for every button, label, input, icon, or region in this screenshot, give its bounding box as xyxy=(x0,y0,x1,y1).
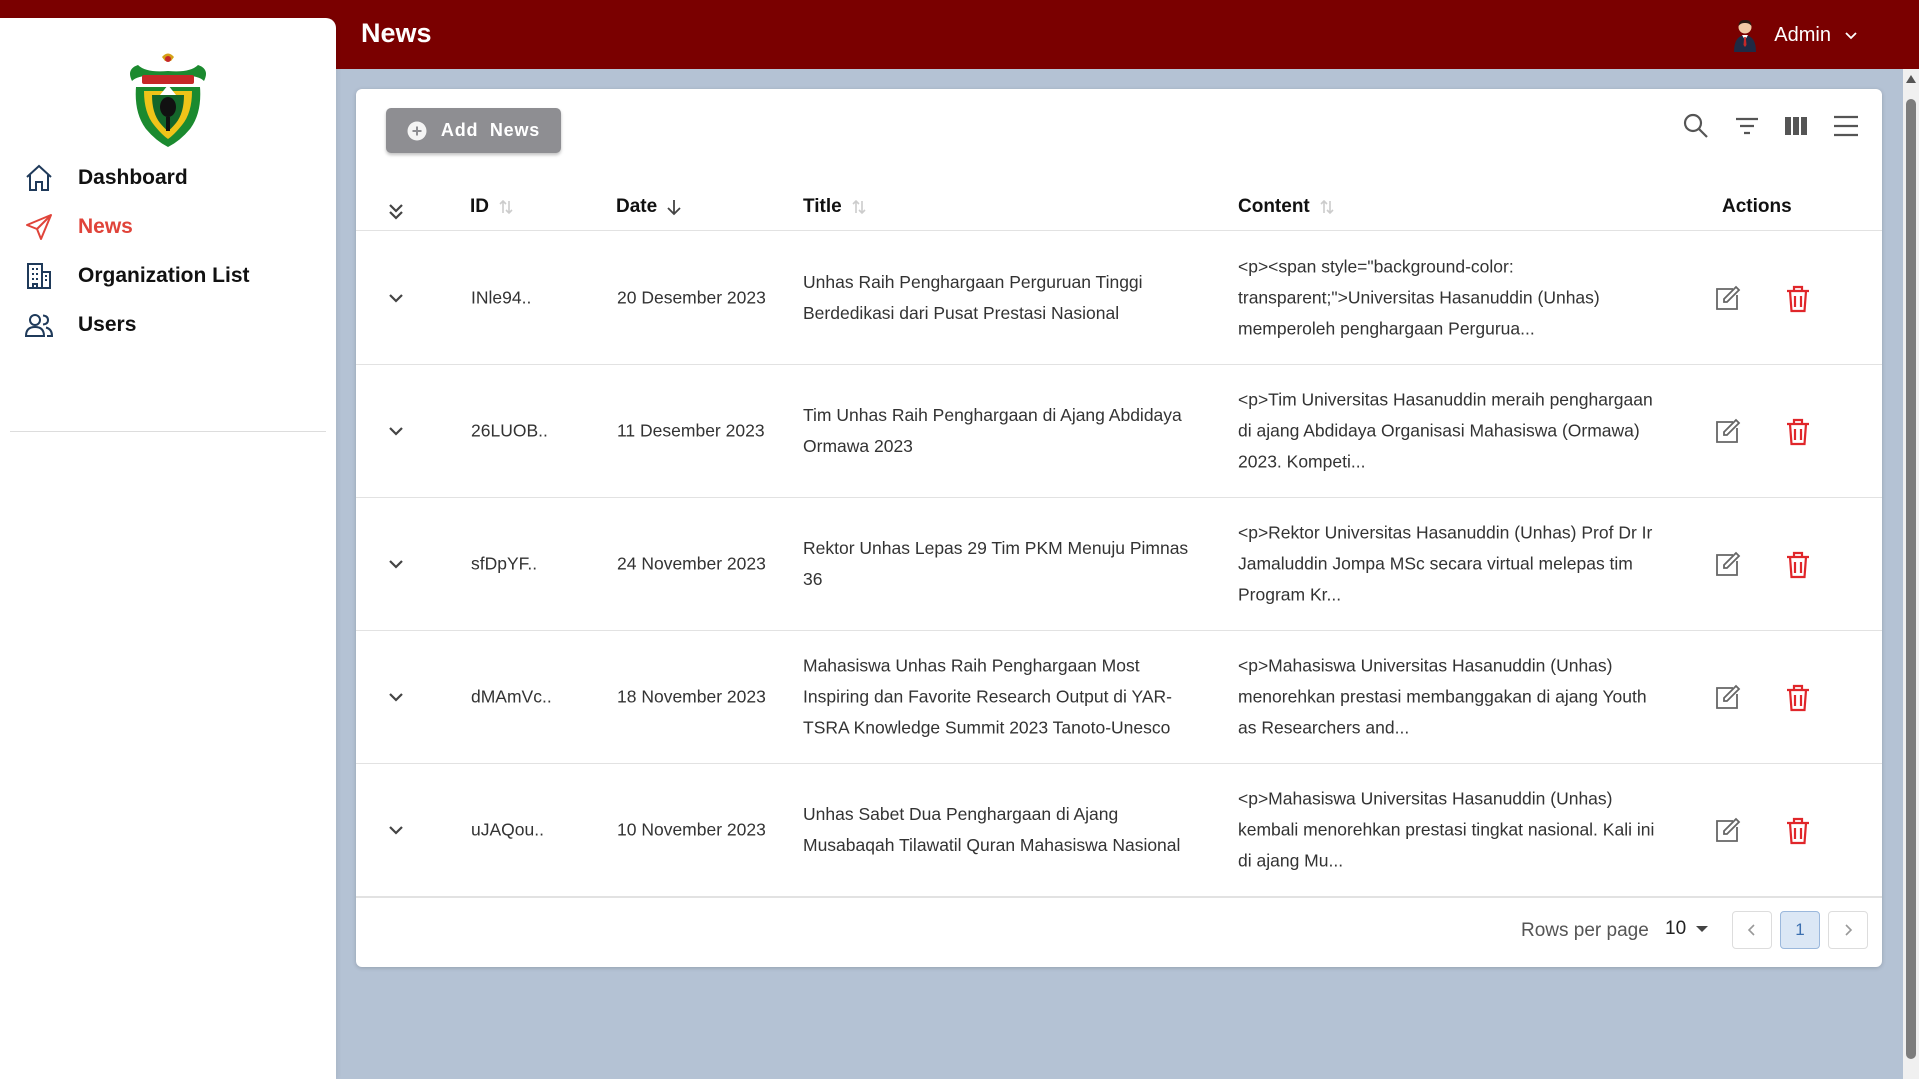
table-row: sfDpYF.. 24 November 2023 Rektor Unhas L… xyxy=(356,498,1882,631)
chevron-down-icon[interactable] xyxy=(385,287,407,309)
edit-icon[interactable] xyxy=(1713,285,1741,313)
cell-id: INle94.. xyxy=(471,287,532,308)
cell-id: dMAmVc.. xyxy=(471,686,552,707)
table-footer-divider xyxy=(356,897,1882,898)
column-header-id[interactable]: ID xyxy=(470,196,515,218)
chevron-down-icon[interactable] xyxy=(385,553,407,575)
avatar-icon xyxy=(1734,19,1757,52)
cell-title: Unhas Raih Penghargaan Perguruan Tinggi … xyxy=(803,272,1143,323)
column-header-title[interactable]: Title xyxy=(803,196,868,218)
chevron-right-icon xyxy=(1845,924,1853,936)
column-header-date[interactable]: Date xyxy=(616,196,683,218)
table-header: ID Date Title Content Actions xyxy=(356,186,1882,231)
cell-title: Mahasiswa Unhas Raih Penghargaan Most In… xyxy=(803,655,1172,738)
rows-per-page-value: 10 xyxy=(1665,918,1687,939)
chevron-down-icon[interactable] xyxy=(385,420,407,442)
cell-id: uJAQou.. xyxy=(471,819,544,840)
chevron-down-icon[interactable] xyxy=(385,819,407,841)
scroll-up-arrow-icon[interactable] xyxy=(1906,75,1916,83)
sidebar-item-organization-list[interactable]: Organization List xyxy=(24,256,250,296)
delete-icon[interactable] xyxy=(1784,816,1812,846)
users-icon xyxy=(24,314,54,337)
send-icon xyxy=(26,214,52,240)
sidebar-item-label: Users xyxy=(78,313,137,336)
cell-id: 26LUOB.. xyxy=(471,420,548,441)
table-row: uJAQou.. 10 November 2023 Unhas Sabet Du… xyxy=(356,764,1882,897)
page-button-1[interactable]: 1 xyxy=(1780,911,1820,949)
filter-icon[interactable] xyxy=(1732,111,1762,141)
chevron-down-icon[interactable] xyxy=(385,686,407,708)
delete-icon[interactable] xyxy=(1784,550,1812,580)
cell-id: sfDpYF.. xyxy=(471,553,538,574)
edit-icon[interactable] xyxy=(1713,418,1741,446)
edit-icon[interactable] xyxy=(1713,817,1741,845)
news-table-card: Add News ID Date Title Content Actions I… xyxy=(356,89,1882,967)
building-icon xyxy=(27,263,51,289)
add-circle-icon xyxy=(407,121,427,140)
sort-icon xyxy=(1320,199,1334,215)
columns-icon[interactable] xyxy=(1781,111,1811,141)
cell-content: <p>Mahasiswa Universitas Hasanuddin (Unh… xyxy=(1238,788,1655,871)
table-row: 26LUOB.. 11 Desember 2023 Tim Unhas Raih… xyxy=(356,365,1882,498)
sidebar-divider xyxy=(10,431,326,432)
caret-down-icon xyxy=(1696,926,1709,932)
sidebar-item-label: Organization List xyxy=(78,264,250,287)
rows-per-page-select[interactable]: 10 xyxy=(1665,918,1709,940)
delete-icon[interactable] xyxy=(1784,284,1812,314)
table-row: INle94.. 20 Desember 2023 Unhas Raih Pen… xyxy=(356,232,1882,365)
sort-icon xyxy=(852,199,866,215)
cell-date: 11 Desember 2023 xyxy=(617,420,765,441)
chevron-left-icon xyxy=(1747,924,1755,936)
cell-date: 24 November 2023 xyxy=(617,553,766,574)
cell-content: <p>Rektor Universitas Hasanuddin (Unhas)… xyxy=(1238,522,1653,605)
cell-date: 10 November 2023 xyxy=(617,819,766,840)
cell-title: Rektor Unhas Lepas 29 Tim PKM Menuju Pim… xyxy=(803,538,1189,589)
edit-icon[interactable] xyxy=(1713,551,1741,579)
cell-title: Unhas Sabet Dua Penghargaan di Ajang Mus… xyxy=(803,804,1181,855)
user-name: Admin xyxy=(1774,23,1831,46)
sort-icon xyxy=(499,199,513,215)
delete-icon[interactable] xyxy=(1784,683,1812,713)
next-page-button[interactable] xyxy=(1828,911,1868,949)
user-menu[interactable]: Admin xyxy=(1730,18,1859,52)
sort-desc-icon xyxy=(667,200,681,216)
sidebar-item-label: News xyxy=(78,215,133,238)
page-title: News xyxy=(361,18,432,48)
sidebar-item-dashboard[interactable]: Dashboard xyxy=(24,158,188,198)
table-row: dMAmVc.. 18 November 2023 Mahasiswa Unha… xyxy=(356,631,1882,764)
university-logo xyxy=(130,53,206,147)
cell-content: <p><span style="background-color: transp… xyxy=(1238,256,1600,339)
cell-content: <p>Tim Universitas Hasanuddin meraih pen… xyxy=(1238,389,1653,472)
cell-content: <p>Mahasiswa Universitas Hasanuddin (Unh… xyxy=(1238,655,1647,738)
sidebar-item-news[interactable]: News xyxy=(24,207,133,247)
sidebar: Dashboard News Organization List Users xyxy=(0,18,336,1079)
page-scrollbar[interactable] xyxy=(1903,69,1919,1079)
expand-all-icon[interactable] xyxy=(385,200,407,222)
search-icon[interactable] xyxy=(1681,111,1711,141)
prev-page-button[interactable] xyxy=(1732,911,1772,949)
sidebar-item-label: Dashboard xyxy=(78,166,188,189)
edit-icon[interactable] xyxy=(1713,684,1741,712)
sidebar-item-users[interactable]: Users xyxy=(24,305,136,345)
cell-title: Tim Unhas Raih Penghargaan di Ajang Abdi… xyxy=(803,405,1182,456)
column-header-content[interactable]: Content xyxy=(1238,196,1336,218)
scrollbar-thumb[interactable] xyxy=(1906,99,1916,1059)
cell-date: 18 November 2023 xyxy=(617,686,766,707)
density-icon[interactable] xyxy=(1831,111,1861,141)
add-news-label: Add News xyxy=(440,120,541,140)
home-icon xyxy=(26,164,52,191)
cell-date: 20 Desember 2023 xyxy=(617,287,766,308)
column-header-actions: Actions xyxy=(1722,196,1792,217)
delete-icon[interactable] xyxy=(1784,417,1812,447)
add-news-button[interactable]: Add News xyxy=(386,108,561,153)
chevron-down-icon xyxy=(1845,32,1857,40)
rows-per-page-label: Rows per page xyxy=(1521,920,1649,941)
